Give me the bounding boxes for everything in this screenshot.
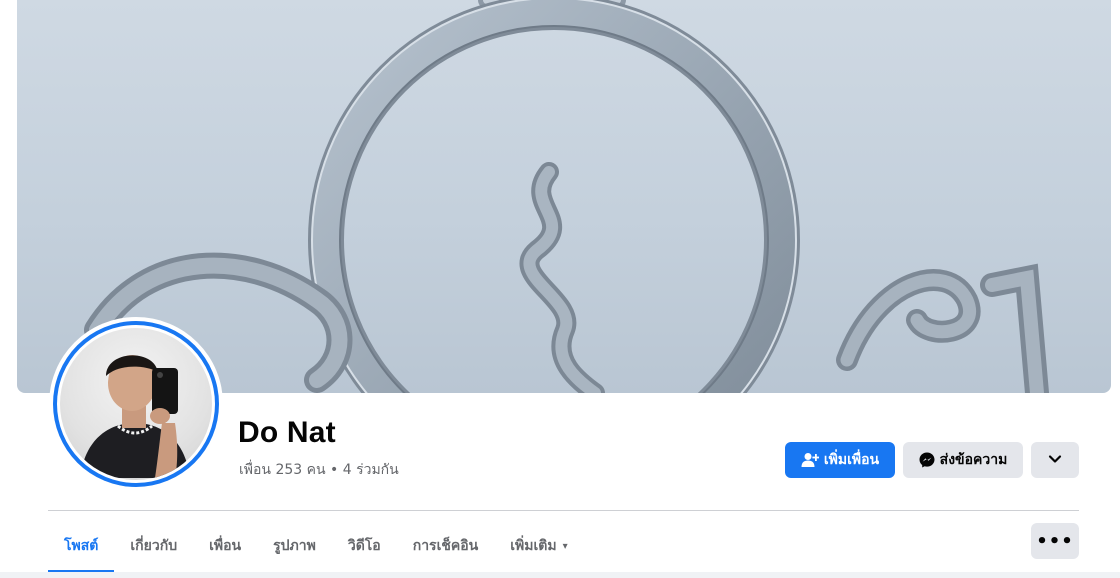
tab-videos[interactable]: วิดีโอ bbox=[332, 520, 397, 572]
tab-label: โพสต์ bbox=[64, 538, 99, 554]
tab-label: การเช็คอิน bbox=[412, 538, 479, 554]
story-ring bbox=[53, 321, 219, 487]
profile-avatar[interactable] bbox=[49, 317, 223, 491]
tab-label: รูปภาพ bbox=[273, 538, 316, 554]
tab-checkins[interactable]: การเช็คอิน bbox=[397, 520, 495, 572]
friends-count[interactable]: เพื่อน 253 คน • 4 ร่วมกัน bbox=[239, 459, 399, 481]
tab-label: วิดีโอ bbox=[347, 538, 381, 554]
message-button[interactable]: ส่งข้อความ bbox=[903, 442, 1023, 478]
caret-down-icon: ▾ bbox=[562, 540, 568, 552]
profile-tabs: โพสต์ เกี่ยวกับ เพื่อน รูปภาพ วิดีโอ การ… bbox=[48, 520, 584, 573]
avatar-illustration bbox=[80, 355, 190, 478]
tab-about[interactable]: เกี่ยวกับ bbox=[114, 520, 193, 572]
profile-name: Do Nat bbox=[238, 416, 336, 449]
tab-label: เกี่ยวกับ bbox=[130, 538, 178, 554]
chevron-down-icon bbox=[1048, 452, 1062, 468]
more-dots-icon: ••• bbox=[1036, 530, 1074, 552]
tabs-overflow-button[interactable]: ••• bbox=[1031, 523, 1079, 559]
add-person-icon bbox=[801, 452, 819, 468]
add-friend-label: เพิ่มเพื่อน bbox=[823, 452, 880, 468]
tab-photos[interactable]: รูปภาพ bbox=[257, 520, 332, 572]
add-friend-button[interactable]: เพิ่มเพื่อน bbox=[785, 442, 895, 478]
tab-label: เพื่อน bbox=[209, 538, 242, 554]
tab-label: เพิ่มเติม bbox=[510, 538, 557, 554]
header-divider bbox=[48, 510, 1079, 511]
profile-more-button[interactable] bbox=[1031, 442, 1079, 478]
page-background-strip bbox=[0, 572, 1120, 578]
message-label: ส่งข้อความ bbox=[939, 452, 1008, 468]
tab-more[interactable]: เพิ่มเติม ▾ bbox=[494, 520, 583, 572]
messenger-icon bbox=[919, 452, 935, 468]
tab-posts[interactable]: โพสต์ bbox=[48, 520, 115, 573]
avatar-photo bbox=[60, 328, 212, 480]
avatar-frame bbox=[57, 325, 215, 483]
tab-friends[interactable]: เพื่อน bbox=[193, 520, 257, 572]
